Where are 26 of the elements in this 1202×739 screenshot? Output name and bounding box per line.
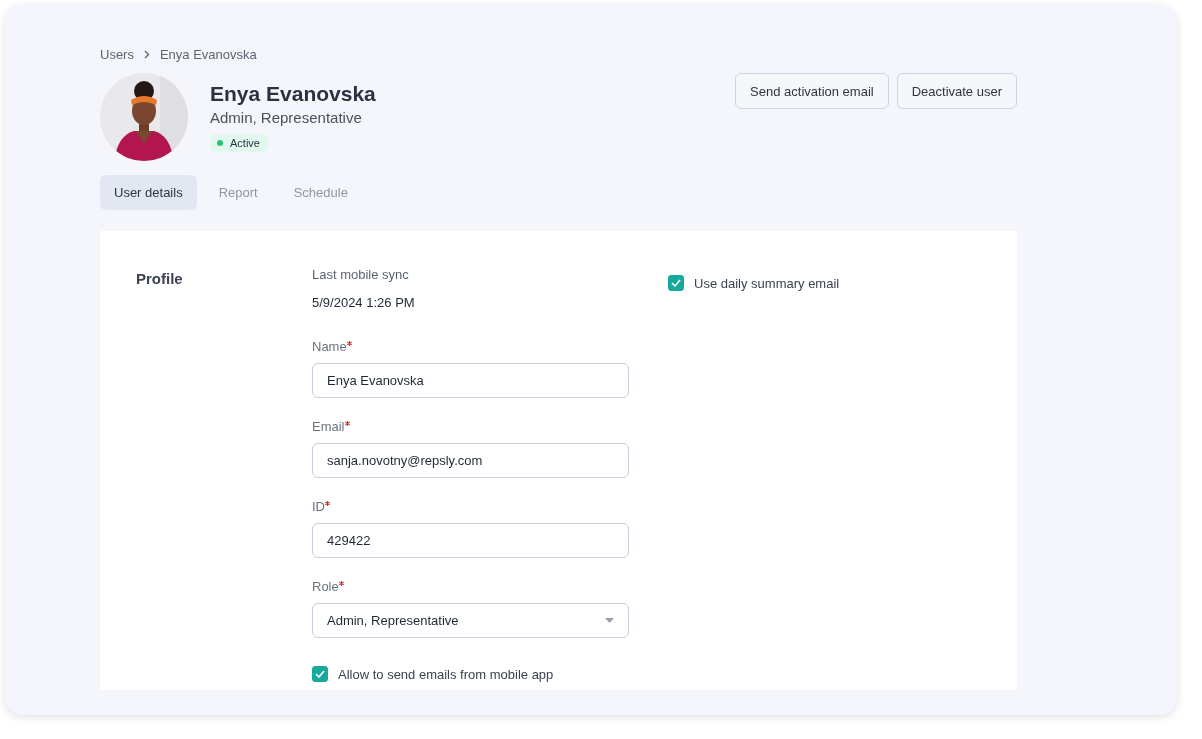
status-badge: Active — [210, 134, 268, 152]
check-icon — [315, 670, 325, 678]
sync-time: 5/9/2024 1:26 PM — [312, 295, 416, 310]
checkbox[interactable] — [668, 275, 684, 291]
input-field[interactable]: sanja.novotny@repsly.com — [312, 443, 629, 478]
checkbox-label: Use daily summary email — [694, 275, 840, 291]
sync-label: Last mobile sync — [312, 267, 410, 282]
chevron-right-icon — [143, 49, 150, 59]
field-label: ID — [312, 499, 629, 514]
user-roles: Admin, Representative — [210, 109, 363, 126]
check-icon — [671, 279, 681, 287]
tab[interactable]: User details — [100, 175, 197, 210]
input-field[interactable]: Enya Evanovska — [312, 363, 629, 398]
field-label: Email — [312, 419, 629, 434]
user-name: Enya Evanovska — [210, 82, 376, 106]
section-heading: Profile — [136, 270, 184, 287]
input-field[interactable]: 429422 — [312, 523, 629, 558]
role-dropdown[interactable]: Admin, Representative — [312, 603, 629, 638]
checkbox-label: Allow to send emails from mobile app — [338, 666, 554, 682]
caret-icon — [605, 618, 614, 623]
breadcrumb-link[interactable]: Users — [100, 46, 134, 62]
field-label: Name — [312, 339, 629, 354]
action-button[interactable]: Deactivate user — [896, 73, 1017, 109]
checkbox[interactable] — [312, 666, 328, 682]
field-label: Role — [312, 579, 629, 594]
action-button[interactable]: Send activation email — [735, 73, 889, 109]
